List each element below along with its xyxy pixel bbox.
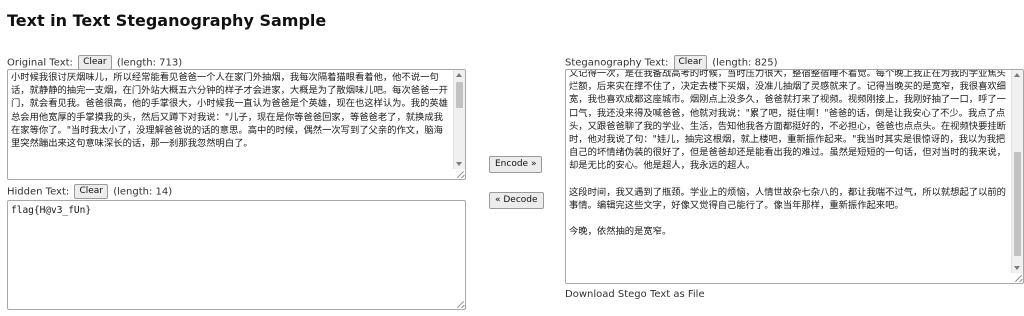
hidden-text-label: Hidden Text: bbox=[7, 186, 70, 198]
original-scroll-thumb[interactable] bbox=[456, 82, 463, 108]
stego-length: (length: 825) bbox=[712, 57, 778, 69]
original-scrollbar[interactable] bbox=[453, 70, 465, 169]
stego-text-label-row: Steganography Text: Clear (length: 825) bbox=[565, 55, 778, 70]
resize-grip-icon[interactable] bbox=[1014, 274, 1022, 282]
stego-textarea[interactable]: 又记得一次，是在我备战高考的时候，当时压力很大，整宿整宿睡不着觉。每个晚上我正在… bbox=[565, 69, 1024, 284]
original-length: (length: 713) bbox=[116, 57, 183, 69]
scroll-down-arrow-icon[interactable] bbox=[1014, 266, 1020, 270]
encode-button[interactable]: Encode » bbox=[489, 156, 543, 173]
hidden-text-content: flag{H@v3_fUn} bbox=[11, 205, 92, 216]
hidden-length: (length: 14) bbox=[113, 186, 173, 198]
decode-button[interactable]: « Decode bbox=[489, 192, 544, 209]
original-clear-button[interactable]: Clear bbox=[78, 55, 112, 70]
stego-scroll-thumb[interactable] bbox=[1014, 152, 1021, 256]
page-title: Text in Text Steganography Sample bbox=[7, 11, 327, 30]
stego-text-label: Steganography Text: bbox=[565, 57, 669, 69]
download-stego-link[interactable]: Download Stego Text as File bbox=[565, 289, 705, 300]
hidden-textarea[interactable]: flag{H@v3_fUn} bbox=[7, 200, 466, 310]
stego-scrollbar[interactable] bbox=[1011, 70, 1023, 273]
scroll-up-arrow-icon[interactable] bbox=[456, 73, 462, 77]
resize-grip-icon[interactable] bbox=[456, 300, 464, 308]
original-text-content: 小时候我很讨厌烟味儿，所以经常能看见爸爸一个人在家门外抽烟，我每次隔着猫眼看着他… bbox=[11, 72, 448, 150]
stego-text-content: 又记得一次，是在我备战高考的时候，当时压力很大，整宿整宿睡不着觉。每个晚上我正在… bbox=[569, 69, 1006, 238]
scroll-up-arrow-icon[interactable] bbox=[1014, 73, 1020, 77]
stego-clear-button[interactable]: Clear bbox=[673, 55, 708, 70]
hidden-clear-button[interactable]: Clear bbox=[74, 184, 108, 199]
original-text-label-row: Original Text: Clear (length: 713) bbox=[7, 55, 182, 70]
resize-grip-icon[interactable] bbox=[456, 170, 464, 178]
hidden-text-label-row: Hidden Text: Clear (length: 14) bbox=[7, 184, 172, 199]
original-textarea[interactable]: 小时候我很讨厌烟味儿，所以经常能看见爸爸一个人在家门外抽烟，我每次隔着猫眼看着他… bbox=[7, 69, 466, 180]
original-text-label: Original Text: bbox=[7, 57, 73, 69]
scroll-down-arrow-icon[interactable] bbox=[456, 162, 462, 166]
